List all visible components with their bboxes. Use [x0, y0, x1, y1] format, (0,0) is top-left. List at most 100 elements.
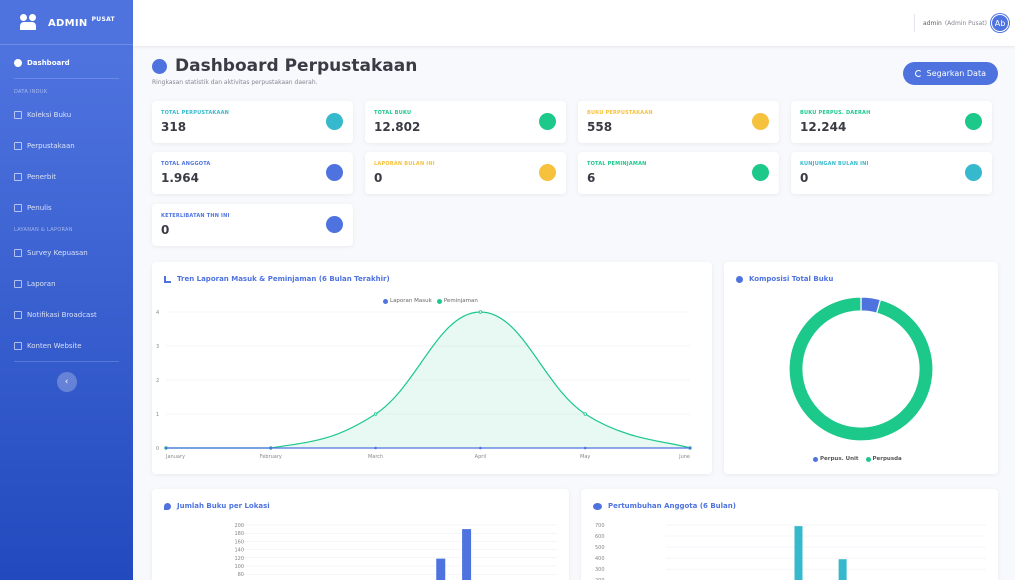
- y-tick-label: 200: [234, 523, 244, 529]
- stat-value: 0: [161, 223, 170, 237]
- book-open-icon: [965, 113, 982, 130]
- stat-label: TOTAL PEMINJAMAN: [587, 161, 647, 167]
- sync-icon: [914, 70, 922, 77]
- y-tick-label: 180: [234, 531, 244, 537]
- sidebar-item-perpustakaan[interactable]: Perpustakaan: [0, 130, 133, 161]
- y-tick-label: 400: [595, 556, 605, 562]
- bar[interactable]: [794, 526, 803, 580]
- user-dropdown[interactable]: admin (Admin Pusat) Ab: [914, 14, 1009, 32]
- sidebar: ADMIN PUSAT Dashboard DATA INDUK Koleksi …: [0, 0, 133, 580]
- stat-value: 12.244: [800, 120, 847, 134]
- y-tick-label: 700: [595, 523, 605, 529]
- y-tick-label: 0: [156, 446, 159, 452]
- brand[interactable]: ADMIN PUSAT: [0, 0, 133, 45]
- users-icon: [20, 14, 38, 30]
- stat-card: TOTAL BUKU 12.802: [365, 101, 566, 143]
- building-icon: [14, 141, 22, 150]
- donut-slice[interactable]: [788, 296, 934, 442]
- komposisi-card: Komposisi Total Buku Perpus. Unit Perpus…: [724, 262, 998, 474]
- stat-card: TOTAL ANGGOTA 1.964: [152, 152, 353, 194]
- stat-card: BUKU PERPUS. DAERAH 12.244: [791, 101, 992, 143]
- x-tick-label: June: [678, 454, 690, 460]
- data-point[interactable]: [583, 446, 587, 450]
- sidebar-item-survey[interactable]: Survey Kepuasan: [0, 237, 133, 268]
- sidebar-heading-data: DATA INDUK: [14, 89, 48, 95]
- y-tick-label: 600: [595, 534, 605, 540]
- data-point[interactable]: [583, 412, 587, 416]
- y-tick-label: 4: [156, 310, 159, 316]
- y-tick-label: 80: [238, 572, 244, 578]
- x-tick-label: May: [580, 454, 590, 460]
- data-point[interactable]: [373, 412, 378, 416]
- clipboard-icon: [14, 248, 22, 257]
- y-tick-label: 140: [234, 548, 244, 554]
- page-title: Dashboard Perpustakaan: [152, 56, 417, 76]
- data-point[interactable]: [479, 446, 482, 450]
- stat-value: 318: [161, 120, 187, 134]
- users-icon: [326, 113, 343, 130]
- x-tick-label: April: [475, 454, 486, 460]
- bar[interactable]: [462, 529, 472, 580]
- legend-swatch: [813, 456, 818, 462]
- bookmark-icon: [752, 164, 769, 181]
- legend-swatch: [865, 456, 871, 462]
- sidebar-heading-layanan: LAYANAN & LAPORAN: [14, 227, 73, 233]
- chart-legend: Perpus. Unit Perpusda: [808, 456, 902, 462]
- sidebar-item-koleksi[interactable]: Koleksi Buku: [0, 99, 133, 130]
- stat-label: LAPORAN BULAN INI: [374, 161, 435, 167]
- y-tick-label: 100: [234, 564, 244, 570]
- donut-chart: [788, 296, 934, 442]
- stat-card: BUKU PERPUSTAKAAN 558: [578, 101, 779, 143]
- sidebar-item-penerbit[interactable]: Penerbit: [0, 161, 133, 192]
- stat-card: LAPORAN BULAN INI 0: [365, 152, 566, 194]
- refresh-button[interactable]: Segarkan Data: [902, 62, 998, 85]
- topbar: admin (Admin Pusat) Ab: [133, 0, 1015, 46]
- trend-chart: 0 1 2 3 4 January February March April May June: [156, 310, 692, 460]
- sidebar-item-dashboard[interactable]: Dashboard: [0, 47, 133, 78]
- cubes-icon: [752, 113, 769, 130]
- brand-title: ADMIN PUSAT: [48, 15, 115, 29]
- bar[interactable]: [838, 559, 847, 580]
- y-tick-label: 160: [234, 539, 244, 545]
- anggota-chart: 700600500400300200: [595, 523, 986, 580]
- sidebar-divider: [14, 78, 119, 79]
- y-tick-label: 1: [156, 412, 159, 418]
- legend-item: Perpusda: [872, 456, 902, 462]
- stat-value: 1.964: [161, 171, 199, 185]
- x-tick-label: March: [368, 454, 383, 460]
- sidebar-item-penulis[interactable]: Penulis: [0, 192, 133, 223]
- stat-value: 0: [800, 171, 809, 185]
- print-icon: [14, 172, 22, 181]
- dashboard-icon: [14, 58, 22, 67]
- y-tick-label: 300: [595, 567, 605, 573]
- lokasi-chart: 2001801601401201008060: [234, 523, 557, 580]
- sidebar-divider: [14, 361, 119, 362]
- y-tick-label: 120: [234, 556, 244, 562]
- stat-label: KUNJUNGAN BULAN INI: [800, 161, 869, 167]
- stat-card: TOTAL PEMINJAMAN 6: [578, 152, 779, 194]
- stat-label: TOTAL PERPUSTAKAAN: [161, 110, 230, 116]
- book-icon: [539, 113, 556, 130]
- user-name: admin: [923, 19, 942, 27]
- data-point[interactable]: [164, 446, 168, 450]
- data-point[interactable]: [478, 310, 483, 314]
- x-tick-label: January: [165, 454, 185, 460]
- page-heading: Dashboard Perpustakaan Ringkasan statist…: [152, 56, 417, 86]
- stat-label: TOTAL BUKU: [374, 110, 412, 116]
- sidebar-item-konten[interactable]: Konten Website: [0, 330, 133, 361]
- data-point[interactable]: [374, 446, 377, 450]
- bullhorn-icon: [14, 310, 22, 319]
- stat-label: KETERLIBATAN THN INI: [161, 213, 230, 219]
- data-point[interactable]: [269, 446, 273, 450]
- stat-label: TOTAL ANGGOTA: [161, 161, 211, 167]
- sidebar-toggle-button[interactable]: ‹: [56, 372, 77, 392]
- x-tick-label: February: [260, 454, 282, 460]
- chart-line-icon: [326, 216, 343, 233]
- anggota-card: Pertumbuhan Anggota (6 Bulan) 700 600 500 4…: [581, 489, 998, 580]
- sidebar-item-notifikasi[interactable]: Notifikasi Broadcast: [0, 299, 133, 330]
- avatar: Ab: [991, 14, 1009, 32]
- bar[interactable]: [436, 558, 446, 580]
- sidebar-item-laporan[interactable]: Laporan: [0, 268, 133, 299]
- data-point[interactable]: [688, 446, 692, 450]
- stat-value: 6: [587, 171, 596, 185]
